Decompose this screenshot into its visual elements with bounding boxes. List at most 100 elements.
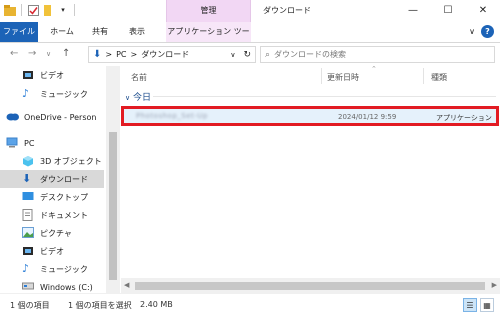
close-button[interactable]: ✕	[466, 0, 500, 22]
large-icons-view-icon[interactable]: ▦	[480, 298, 494, 312]
sidebar-item-label: ダウンロード	[40, 174, 88, 184]
sidebar-item-label: ビデオ	[40, 246, 64, 256]
music-icon: ♪	[22, 87, 30, 100]
separator	[74, 4, 75, 16]
cloud-icon	[6, 111, 19, 123]
music-icon: ♪	[22, 262, 30, 275]
details-view-icon[interactable]: ☰	[463, 298, 477, 312]
customize-arrow-icon[interactable]: ▾	[57, 4, 69, 16]
sidebar-item-onedrive[interactable]: OneDrive - Person	[0, 108, 104, 126]
file-row[interactable]: Photoshop_Set-Up 2024/01/12 9:59 アプリケーショ…	[121, 106, 499, 126]
properties-icon[interactable]	[27, 4, 39, 16]
minimize-button[interactable]: —	[396, 0, 430, 22]
sidebar-item-pictures[interactable]: ピクチャ	[0, 224, 104, 242]
horizontal-scrollbar-thumb[interactable]	[135, 282, 485, 290]
breadcrumb-downloads[interactable]: ダウンロード	[141, 49, 189, 60]
breadcrumb-pc[interactable]: PC	[116, 50, 126, 59]
status-selected-size: 2.40 MB	[140, 300, 173, 309]
sidebar-item-label: ミュージック	[40, 264, 88, 274]
scroll-right-icon[interactable]: ▶	[492, 281, 497, 289]
search-icon: ⌕	[265, 49, 271, 60]
sidebar-item-3d-objects[interactable]: 3D オブジェクト	[0, 152, 104, 170]
sidebar-item-label: OneDrive - Person	[24, 112, 97, 122]
window-title: ダウンロード	[263, 6, 311, 15]
column-header-name[interactable]: 名前	[131, 72, 147, 83]
column-header-type[interactable]: 種類	[431, 72, 447, 83]
tab-application-tools[interactable]: アプリケーション ツール	[166, 22, 251, 56]
maximize-button[interactable]: ☐	[431, 0, 465, 22]
tab-view[interactable]: 表示	[120, 22, 154, 42]
horizontal-scrollbar[interactable]: ◀ ▶	[121, 278, 500, 293]
download-icon: ⬇	[22, 172, 32, 185]
download-folder-icon: ⬇	[93, 49, 102, 60]
drive-icon	[22, 281, 34, 293]
back-arrow-icon[interactable]: ←	[10, 48, 18, 59]
help-icon[interactable]: ?	[481, 25, 494, 38]
sidebar-item-downloads[interactable]: ⬇ ダウンロード	[0, 170, 104, 188]
group-collapse-icon: ∨	[125, 94, 131, 102]
search-box[interactable]: ⌕ ダウンロードの検索	[260, 46, 495, 63]
tab-file[interactable]: ファイル	[0, 22, 38, 42]
new-folder-icon[interactable]	[42, 4, 54, 16]
column-divider[interactable]	[321, 68, 322, 84]
sidebar-item-label: ミュージック	[40, 89, 88, 99]
file-modified: 2024/01/12 9:59	[338, 113, 397, 121]
file-name: Photoshop_Set-Up	[136, 112, 208, 120]
title-bar: ▾ 管理 ダウンロード — ☐ ✕	[0, 0, 500, 22]
explorer-icon	[4, 4, 16, 16]
ribbon-tabs: ファイル ホーム 共有 表示 アプリケーション ツール ∨ ?	[0, 22, 500, 56]
sidebar-item-label: 3D オブジェクト	[40, 156, 102, 166]
sidebar-item-music[interactable]: ♪ ミュージック	[0, 85, 104, 103]
sidebar-scrollbar[interactable]	[106, 66, 120, 293]
sidebar-scrollbar-thumb[interactable]	[109, 132, 117, 280]
column-header-modified[interactable]: 更新日時	[327, 72, 359, 83]
desktop-icon	[22, 191, 34, 203]
forward-arrow-icon[interactable]: →	[28, 48, 36, 59]
scroll-left-icon[interactable]: ◀	[124, 281, 129, 289]
file-list: 名前 更新日時 ⌃ 種類 ∨ 今日 Photoshop_Set-Up 2024/…	[121, 65, 500, 293]
tab-share[interactable]: 共有	[86, 22, 114, 42]
status-selected-count: 1 個の項目を選択	[68, 301, 132, 310]
video-icon	[22, 245, 34, 257]
sidebar-item-documents[interactable]: ドキュメント	[0, 206, 104, 224]
separator	[21, 4, 22, 16]
group-header-today[interactable]: ∨ 今日	[125, 90, 151, 103]
sort-arrow-icon: ⌃	[371, 65, 377, 73]
sidebar-item-label: PC	[24, 138, 35, 148]
refresh-icon[interactable]: ↻	[243, 50, 251, 60]
sidebar-item-label: ビデオ	[40, 70, 64, 80]
navigation-pane: ビデオ ♪ ミュージック OneDrive - Person PC 3D オブジ…	[0, 66, 120, 293]
sidebar-item-label: ドキュメント	[40, 210, 88, 220]
sidebar-item-pc[interactable]: PC	[0, 134, 104, 152]
document-icon	[22, 209, 34, 221]
video-icon	[22, 69, 34, 81]
group-divider	[153, 96, 496, 97]
sidebar-item-music-2[interactable]: ♪ ミュージック	[0, 260, 104, 278]
pc-icon	[6, 137, 18, 149]
sidebar-item-label: デスクトップ	[40, 192, 88, 202]
breadcrumb-separator: >	[130, 50, 138, 59]
address-dropdown-icon[interactable]: ∨	[230, 51, 235, 59]
quick-access-toolbar: ▾	[4, 4, 77, 16]
status-bar: 1 個の項目 1 個の項目を選択 2.40 MB ☰ ▦	[0, 293, 500, 316]
up-arrow-icon[interactable]: ↑	[62, 48, 70, 59]
sidebar-item-video-2[interactable]: ビデオ	[0, 242, 104, 260]
breadcrumb-separator: >	[105, 50, 113, 59]
picture-icon	[22, 227, 34, 239]
ribbon-expand-icon[interactable]: ∨	[469, 27, 475, 36]
recent-locations-icon[interactable]: ∨	[46, 50, 51, 58]
sidebar-item-video[interactable]: ビデオ	[0, 66, 104, 84]
file-type: アプリケーション	[436, 114, 492, 122]
column-divider[interactable]	[423, 68, 424, 84]
context-group-title: 管理	[166, 0, 251, 22]
address-bar[interactable]: ⬇ > PC > ダウンロード ∨ ↻	[88, 46, 256, 63]
sidebar-item-label: Windows (C:)	[40, 282, 93, 292]
address-row: ← → ∨ ↑ ⬇ > PC > ダウンロード ∨ ↻ ⌕ ダウンロードの検索	[0, 43, 500, 66]
status-item-count: 1 個の項目	[10, 301, 50, 310]
tab-home[interactable]: ホーム	[44, 22, 80, 42]
sidebar-item-label: ピクチャ	[40, 228, 72, 238]
sidebar-item-desktop[interactable]: デスクトップ	[0, 188, 104, 206]
cube-icon	[22, 155, 34, 167]
group-label: 今日	[133, 93, 152, 103]
search-placeholder: ダウンロードの検索	[274, 50, 347, 59]
